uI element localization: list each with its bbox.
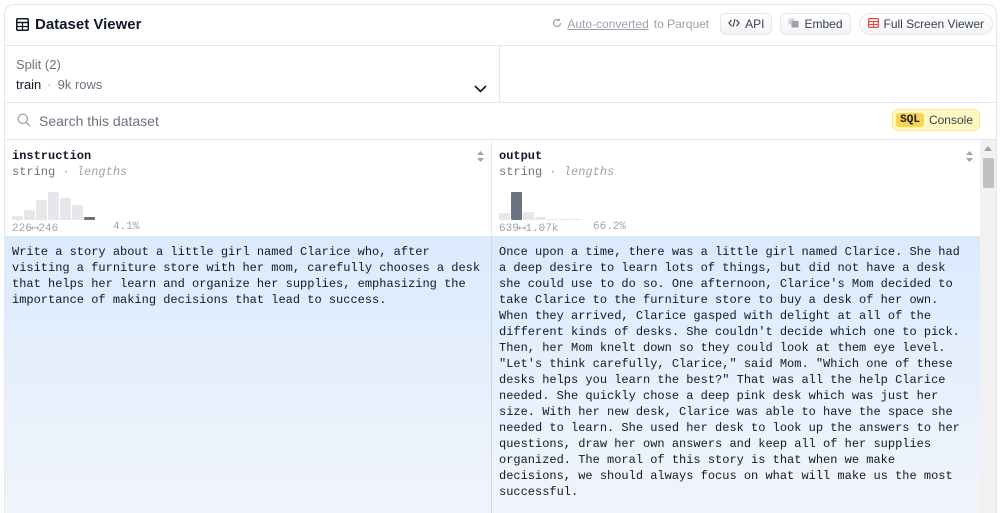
scroll-thumb[interactable] (983, 158, 994, 188)
histogram-bar[interactable] (36, 200, 47, 220)
code-icon (728, 17, 740, 31)
search-input[interactable] (39, 111, 639, 131)
split-name: train (16, 77, 42, 92)
split-selector[interactable]: Split (2) train · 9k rows (5, 46, 500, 102)
histogram-bar[interactable] (72, 205, 83, 220)
title-text: Dataset Viewer (35, 16, 142, 33)
chevron-down-icon[interactable] (474, 80, 487, 98)
split-label: Split (2) (16, 57, 61, 72)
sql-tag: SQL (896, 113, 924, 127)
column-type: string · lengths (499, 165, 614, 179)
histogram-range: 639⟷1.07k (499, 223, 559, 235)
full-screen-label: Full Screen Viewer (883, 17, 985, 31)
vertical-scrollbar[interactable] (980, 140, 996, 513)
column-name: output (499, 149, 543, 163)
api-label: API (745, 17, 765, 31)
auto-converted-suffix: to Parquet (653, 17, 710, 31)
embed-icon (788, 17, 799, 31)
histogram-bar[interactable] (84, 217, 95, 220)
table-header: instruction string · lengths 226⟷246 4.1… (5, 140, 980, 237)
split-row-count: 9k rows (57, 77, 103, 92)
full-screen-button[interactable]: Full Screen Viewer (858, 13, 993, 35)
auto-converted-link[interactable]: Auto-converted (567, 17, 648, 31)
histogram (12, 192, 95, 220)
scroll-up-icon[interactable] (984, 146, 992, 151)
histogram-bar[interactable] (571, 219, 582, 220)
column-name: instruction (12, 149, 92, 163)
column-header-instruction[interactable]: instruction string · lengths 226⟷246 4.1… (5, 140, 492, 236)
split-value: train · 9k rows (16, 77, 102, 92)
table-red-icon (867, 17, 879, 31)
sql-console-label: Console (928, 113, 973, 127)
search-icon (17, 113, 31, 132)
split-separator: · (47, 77, 52, 92)
embed-label: Embed (804, 17, 843, 31)
table-cell-output[interactable]: Once upon a time, there was a little gir… (492, 237, 980, 513)
split-row: Split (2) train · 9k rows (5, 46, 996, 103)
table-icon (16, 18, 29, 31)
histogram-bar[interactable] (547, 219, 558, 220)
histogram-bar[interactable] (523, 212, 534, 220)
api-button[interactable]: API (720, 13, 773, 35)
column-header-output[interactable]: output string · lengths 639⟷1.07k 66.2% (492, 140, 980, 236)
column-type: string · lengths (12, 165, 127, 179)
dataset-viewer: Dataset Viewer Auto-converted to Parquet… (4, 4, 997, 513)
column-type-note: · lengths (62, 165, 128, 179)
viewer-header: Dataset Viewer Auto-converted to Parquet… (5, 5, 996, 46)
viewer-title: Dataset Viewer (16, 16, 141, 33)
histogram-percent: 4.1% (113, 221, 140, 233)
table-cell-instruction[interactable]: Write a story about a little girl named … (5, 237, 492, 513)
header-actions: Auto-converted to Parquet API Embed Full… (552, 13, 993, 35)
table-row[interactable]: Write a story about a little girl named … (5, 237, 980, 513)
histogram-bar[interactable] (12, 216, 23, 220)
histogram-bar[interactable] (48, 192, 59, 220)
sort-icon[interactable] (476, 150, 485, 168)
column-type-label: string (12, 165, 56, 179)
histogram-bar[interactable] (60, 198, 71, 220)
histogram-bar[interactable] (511, 192, 522, 220)
embed-button[interactable]: Embed (780, 13, 851, 35)
histogram-bar[interactable] (24, 210, 35, 220)
search-bar: SQL Console (5, 103, 996, 140)
sql-console-button[interactable]: SQL Console (892, 109, 980, 131)
histogram-range: 226⟷246 (12, 223, 59, 235)
refresh-icon (552, 17, 562, 31)
histogram-bar[interactable] (559, 219, 570, 220)
auto-converted-note: Auto-converted to Parquet (552, 17, 709, 31)
histogram-bar[interactable] (535, 217, 546, 220)
histogram-bar[interactable] (499, 213, 510, 220)
histogram-percent: 66.2% (593, 221, 627, 233)
histogram (499, 192, 582, 220)
column-type-note: · lengths (549, 165, 615, 179)
column-type-label: string (499, 165, 543, 179)
sort-icon[interactable] (965, 150, 974, 168)
